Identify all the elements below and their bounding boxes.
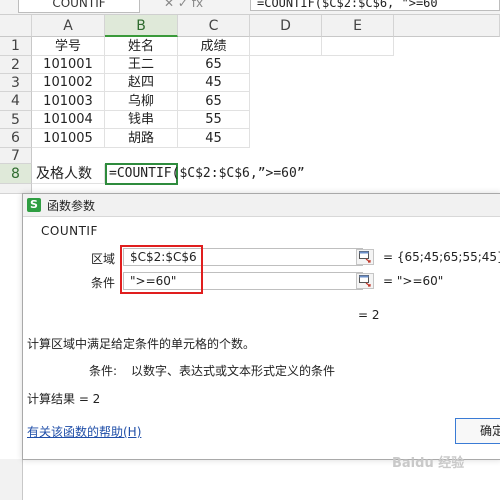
function-description: 计算区域中满足给定条件的单元格的个数。 bbox=[27, 337, 256, 351]
active-cell-formula: =COUNTIF($C$2:$C$6,”>=60” bbox=[109, 166, 305, 181]
select-all-corner[interactable] bbox=[0, 15, 32, 37]
cell-id[interactable]: 101003 bbox=[32, 92, 105, 111]
function-name: COUNTIF bbox=[41, 224, 98, 238]
cell-score[interactable]: 55 bbox=[178, 111, 250, 129]
cell-empty[interactable] bbox=[250, 37, 322, 56]
column-header-b[interactable]: B bbox=[105, 15, 178, 37]
cell-header-score[interactable]: 成绩 bbox=[178, 37, 250, 56]
cell-score[interactable]: 45 bbox=[178, 74, 250, 92]
cell-header-name[interactable]: 姓名 bbox=[105, 37, 178, 56]
row-header-8[interactable]: 8 bbox=[0, 164, 32, 184]
cell-score[interactable]: 45 bbox=[178, 129, 250, 148]
cell-name[interactable]: 赵四 bbox=[105, 74, 178, 92]
row-header-5[interactable]: 5 bbox=[0, 111, 32, 129]
range-label: 区域 bbox=[91, 252, 116, 266]
cell-header-id[interactable]: 学号 bbox=[32, 37, 105, 56]
dialog-title: 函数参数 bbox=[47, 199, 96, 213]
dialog-titlebar[interactable]: S 函数参数 bbox=[23, 194, 500, 217]
arguments-section: COUNTIF 区域 $C$2:$C$6 = {65;45;65;55;45} … bbox=[41, 224, 500, 332]
row-header-1[interactable]: 1 bbox=[0, 37, 32, 56]
calculation-result: 计算结果 = 2 bbox=[27, 392, 101, 406]
collapse-dialog-icon bbox=[359, 275, 371, 287]
row-header-4[interactable]: 4 bbox=[0, 92, 32, 111]
row-header-2[interactable]: 2 bbox=[0, 56, 32, 74]
wps-logo-icon: S bbox=[27, 198, 41, 212]
cell-name[interactable]: 钱串 bbox=[105, 111, 178, 129]
cell-id[interactable]: 101005 bbox=[32, 129, 105, 148]
formula-bar-controls[interactable]: ✕ ✓ fx bbox=[164, 0, 203, 10]
criteria-ref-button[interactable] bbox=[356, 273, 374, 289]
function-arguments-dialog: S 函数参数 COUNTIF 区域 $C$2:$C$6 = {65;45;65;… bbox=[22, 193, 500, 460]
cell-empty[interactable] bbox=[322, 37, 394, 56]
column-header-e[interactable]: E bbox=[322, 15, 394, 37]
cell-id[interactable]: 101002 bbox=[32, 74, 105, 92]
column-header-d[interactable]: D bbox=[250, 15, 322, 37]
cell-name[interactable]: 王二 bbox=[105, 56, 178, 74]
collapse-dialog-icon bbox=[359, 251, 371, 263]
criteria-label: 条件 bbox=[91, 276, 116, 290]
cell-id[interactable]: 101004 bbox=[32, 111, 105, 129]
column-header-f[interactable] bbox=[394, 15, 500, 37]
row-header-3[interactable]: 3 bbox=[0, 74, 32, 92]
row-headers-below-dialog bbox=[0, 459, 23, 500]
formula-result: = 2 bbox=[358, 308, 380, 322]
arg-description: 以数字、表达式或文本形式定义的条件 bbox=[131, 364, 336, 378]
range-result: = {65;45;65;55;45} bbox=[383, 250, 500, 264]
ok-button[interactable]: 确定 bbox=[455, 418, 500, 444]
range-ref-button[interactable] bbox=[356, 249, 374, 265]
help-link[interactable]: 有关该函数的帮助(H) bbox=[27, 423, 141, 440]
column-header-a[interactable]: A bbox=[32, 15, 105, 37]
cell-name[interactable]: 乌柳 bbox=[105, 92, 178, 111]
cell-score[interactable]: 65 bbox=[178, 92, 250, 111]
cell-score[interactable]: 65 bbox=[178, 56, 250, 74]
red-highlight-box bbox=[120, 245, 203, 294]
cell-pass-label[interactable]: 及格人数 bbox=[32, 164, 105, 184]
watermark: Baidu 经验 bbox=[392, 456, 465, 471]
column-header-c[interactable]: C bbox=[178, 15, 250, 37]
arg-desc-label: 条件: bbox=[89, 364, 118, 378]
formula-input[interactable]: =COUNTIF($C$2:$C$6, ">=60 bbox=[250, 0, 500, 11]
row-header-6[interactable]: 6 bbox=[0, 129, 32, 148]
cell-name[interactable]: 胡路 bbox=[105, 129, 178, 148]
formula-bar: COUNTIF ✕ ✓ fx =COUNTIF($C$2:$C$6, ">=60 bbox=[0, 0, 500, 15]
criteria-result: = ">=60" bbox=[383, 274, 444, 288]
name-box[interactable]: COUNTIF bbox=[18, 0, 140, 13]
row-header-7[interactable]: 7 bbox=[0, 148, 32, 164]
cell-id[interactable]: 101001 bbox=[32, 56, 105, 74]
